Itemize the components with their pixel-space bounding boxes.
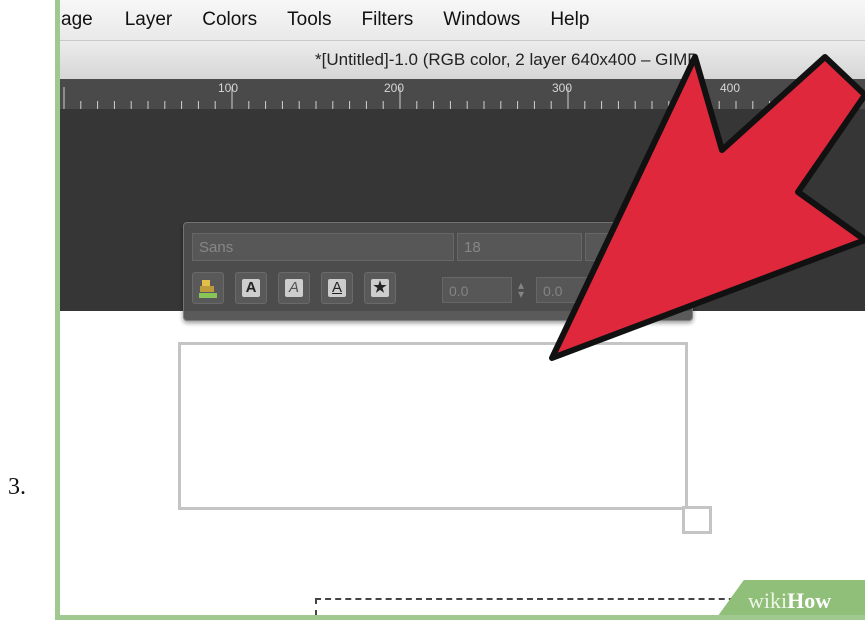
- gimp-window: age Layer Colors Tools Filters Windows H…: [60, 0, 865, 615]
- watermark-how: How: [787, 588, 832, 613]
- step-number: 3.: [8, 474, 26, 500]
- watermark-wiki: wiki: [748, 588, 788, 613]
- red-arrow-annotation: [549, 54, 865, 361]
- wikihow-watermark: wikiHow: [748, 588, 831, 614]
- screenshot-frame: age Layer Colors Tools Filters Windows H…: [55, 0, 865, 620]
